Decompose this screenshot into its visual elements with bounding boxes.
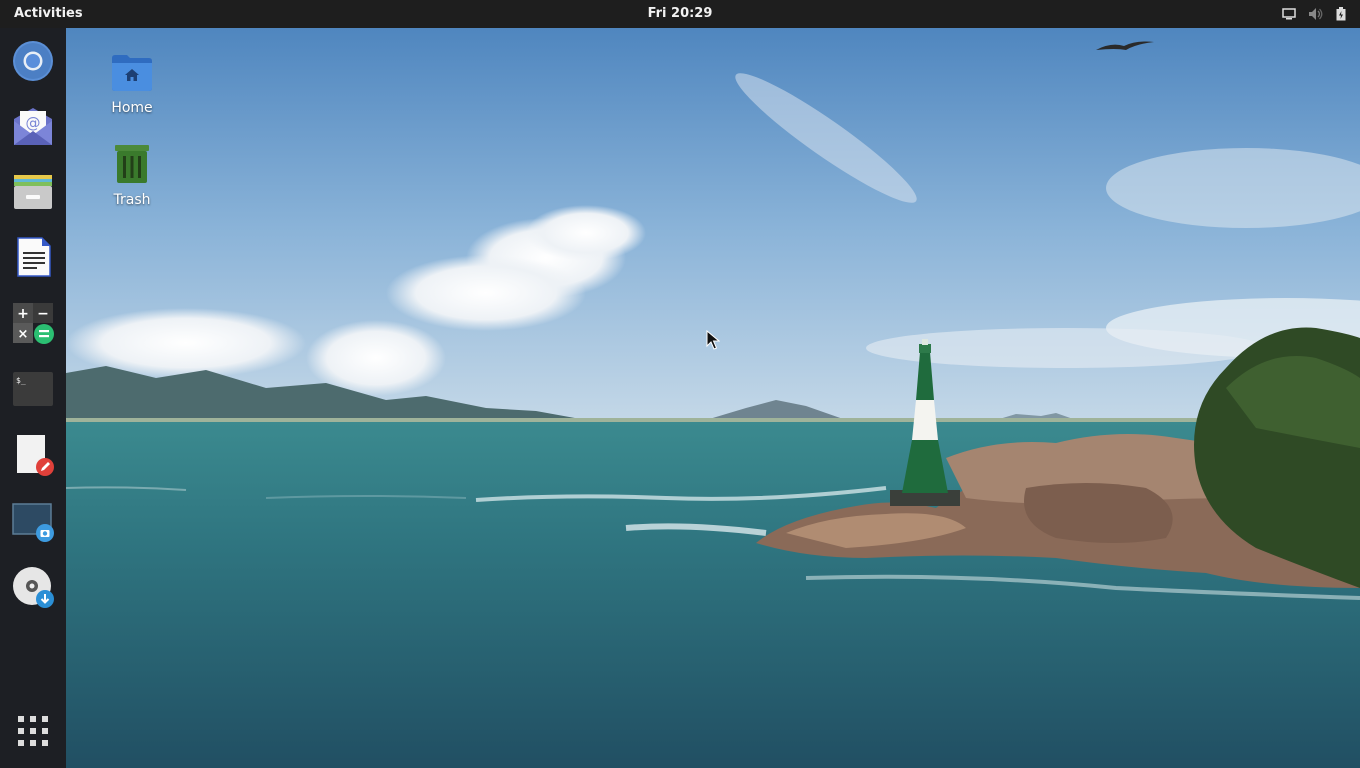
clock[interactable]: Fri 20:29	[648, 6, 713, 21]
dock-item-disc-burner[interactable]	[8, 564, 58, 614]
document-icon	[12, 236, 54, 282]
app-grid-icon	[17, 715, 49, 751]
terminal-icon: $_	[12, 368, 54, 414]
desktop-icon-trash[interactable]: Trash	[82, 142, 182, 208]
dock-item-screenshot[interactable]	[8, 498, 58, 548]
trash-icon	[113, 145, 151, 188]
dock-item-terminal[interactable]: $_	[8, 366, 58, 416]
svg-text:×: ×	[18, 327, 29, 342]
svg-text:−: −	[37, 306, 49, 322]
svg-text:@: @	[26, 114, 41, 132]
system-tray[interactable]	[1282, 0, 1346, 28]
browser-icon	[12, 40, 54, 86]
text-editor-icon	[12, 434, 54, 480]
dock-item-archive[interactable]	[8, 168, 58, 218]
desktop-icon-trash-label: Trash	[113, 192, 151, 208]
dock-item-text-editor[interactable]	[8, 432, 58, 482]
archive-icon	[12, 170, 54, 216]
desktop-icon-home[interactable]: Home	[82, 52, 182, 116]
desktop-icon-home-label: Home	[111, 100, 153, 116]
dock-item-mail[interactable]: @	[8, 103, 58, 153]
screenshot-icon	[12, 500, 54, 546]
screen-icon[interactable]	[1282, 8, 1296, 20]
mouse-cursor-icon	[706, 329, 721, 354]
home-folder-icon	[111, 55, 153, 96]
svg-text:+: +	[17, 306, 29, 322]
disc-icon	[12, 566, 54, 612]
dock: @ + − × $_	[0, 28, 66, 768]
dock-item-document-writer[interactable]	[8, 234, 58, 284]
wallpaper-image	[66, 28, 1360, 768]
clock-container: Fri 20:29	[0, 0, 1360, 28]
calculator-icon: + − ×	[12, 302, 54, 348]
top-bar: Activities Fri 20:29	[0, 0, 1360, 28]
show-applications-button[interactable]	[8, 708, 58, 758]
dock-item-calculator[interactable]: + − ×	[8, 300, 58, 350]
svg-text:$_: $_	[16, 376, 26, 385]
mail-icon: @	[12, 105, 54, 151]
desktop-wallpaper	[66, 28, 1360, 768]
volume-muted-icon[interactable]	[1308, 7, 1324, 21]
battery-icon[interactable]	[1336, 7, 1346, 21]
activities-button[interactable]: Activities	[14, 0, 83, 28]
dock-item-browser[interactable]	[8, 38, 58, 88]
